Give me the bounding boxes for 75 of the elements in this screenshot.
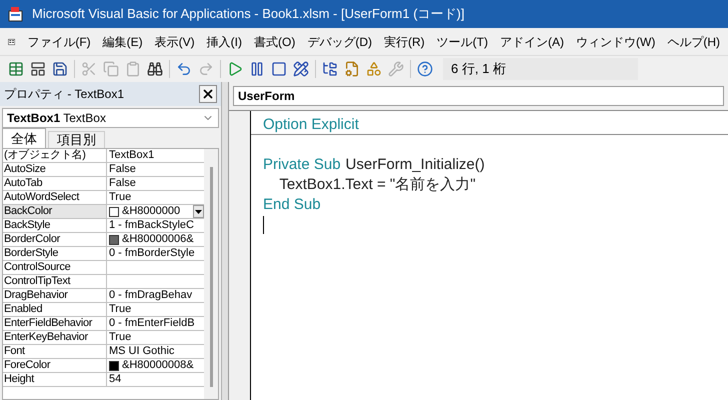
- stop-icon[interactable]: [271, 61, 287, 77]
- help-icon[interactable]: [417, 61, 433, 77]
- property-value: True: [109, 331, 132, 344]
- menu-item[interactable]: アドイン(A): [500, 32, 564, 50]
- play-icon[interactable]: [227, 61, 243, 77]
- property-name[interactable]: BorderStyle: [3, 247, 107, 260]
- tree-icon[interactable]: [322, 61, 338, 77]
- property-name[interactable]: Font: [3, 345, 107, 358]
- property-name[interactable]: BorderColor: [3, 233, 107, 246]
- property-name[interactable]: (オブジェクト名): [3, 149, 107, 162]
- property-value: 0 - fmEnterFieldB: [109, 317, 195, 330]
- property-name[interactable]: BackColor: [3, 205, 107, 218]
- app-icon: [8, 6, 24, 22]
- object-dropdown[interactable]: UserForm: [233, 86, 724, 106]
- save-icon[interactable]: [52, 61, 68, 77]
- property-name[interactable]: AutoSize: [3, 163, 107, 176]
- property-name[interactable]: Height: [3, 373, 107, 386]
- object-dropdown[interactable]: TextBox1 TextBox: [2, 108, 219, 128]
- property-value: 54: [109, 373, 122, 386]
- menu-item[interactable]: ファイル(F): [27, 32, 91, 50]
- property-name[interactable]: ControlSource: [3, 261, 107, 274]
- code-keyword: Private Sub: [263, 155, 341, 175]
- property-value: MS UI Gothic: [109, 345, 174, 358]
- menu-item[interactable]: ツール(T): [436, 32, 488, 50]
- property-value: 0 - fmBorderStyle: [109, 247, 195, 260]
- cursor-position-field: 6 行, 1 桁: [443, 58, 638, 80]
- property-name[interactable]: Enabled: [3, 303, 107, 316]
- property-value: 1 - fmBackStyleC: [109, 219, 194, 232]
- property-name[interactable]: AutoTab: [3, 177, 107, 190]
- property-value: &H8000000: [122, 205, 180, 218]
- undo-icon[interactable]: [176, 61, 192, 77]
- properties-icon[interactable]: [344, 61, 360, 77]
- text-cursor: [263, 216, 264, 234]
- property-value: 0 - fmDragBehav: [109, 289, 192, 302]
- tab[interactable]: 項目別: [48, 131, 105, 148]
- code-keyword: Option Explicit: [263, 114, 359, 134]
- menu-item[interactable]: 挿入(I): [206, 32, 242, 50]
- property-value: False: [109, 163, 136, 176]
- close-button[interactable]: [199, 85, 217, 103]
- property-value: &H80000008&: [122, 359, 194, 372]
- property-name[interactable]: BackStyle: [3, 219, 107, 232]
- menu-item[interactable]: 書式(O): [254, 32, 296, 50]
- property-value: True: [109, 191, 132, 204]
- code-text: UserForm_Initialize(): [346, 155, 485, 175]
- property-value: &H80000006&: [122, 233, 194, 246]
- menu-item[interactable]: 編集(E): [102, 32, 143, 50]
- property-value: TextBox1: [109, 149, 154, 162]
- window-title: Microsoft Visual Basic for Applications - Book1.xlsm - [UserForm1 (コード)]: [32, 5, 464, 24]
- form-icon[interactable]: [30, 61, 46, 77]
- pause-icon[interactable]: [249, 61, 265, 77]
- property-name[interactable]: ControlTipText: [3, 275, 107, 288]
- dropdown-button[interactable]: [193, 205, 204, 218]
- property-name[interactable]: EnterKeyBehavior: [3, 331, 107, 344]
- caret-icon: [195, 210, 202, 214]
- close-icon: [201, 87, 215, 101]
- shapes-icon[interactable]: [366, 61, 382, 77]
- property-name[interactable]: DragBehavior: [3, 289, 107, 302]
- menu-item[interactable]: ヘルプ(H): [667, 32, 720, 50]
- menu-item[interactable]: 表示(V): [154, 32, 195, 50]
- tab[interactable]: 全体: [2, 128, 46, 148]
- spreadsheet-icon[interactable]: [8, 61, 24, 77]
- property-name[interactable]: AutoWordSelect: [3, 191, 107, 204]
- panel-title: プロパティ - TextBox1: [4, 86, 124, 103]
- menu-item[interactable]: ウィンドウ(W): [576, 32, 656, 50]
- binoculars-icon[interactable]: [147, 61, 163, 77]
- property-value: False: [109, 177, 136, 190]
- ruler-pencil-icon[interactable]: [293, 61, 309, 77]
- code-text: TextBox1.Text = "名前を入力": [278, 175, 476, 195]
- property-name[interactable]: ForeColor: [3, 359, 107, 372]
- scrollbar[interactable]: [204, 149, 218, 399]
- property-value: True: [109, 303, 132, 316]
- menu-item[interactable]: 実行(R): [384, 32, 425, 50]
- property-name[interactable]: EnterFieldBehavior: [3, 317, 107, 330]
- menu-item[interactable]: デバッグ(D): [307, 32, 372, 50]
- code-keyword: End Sub: [263, 195, 321, 215]
